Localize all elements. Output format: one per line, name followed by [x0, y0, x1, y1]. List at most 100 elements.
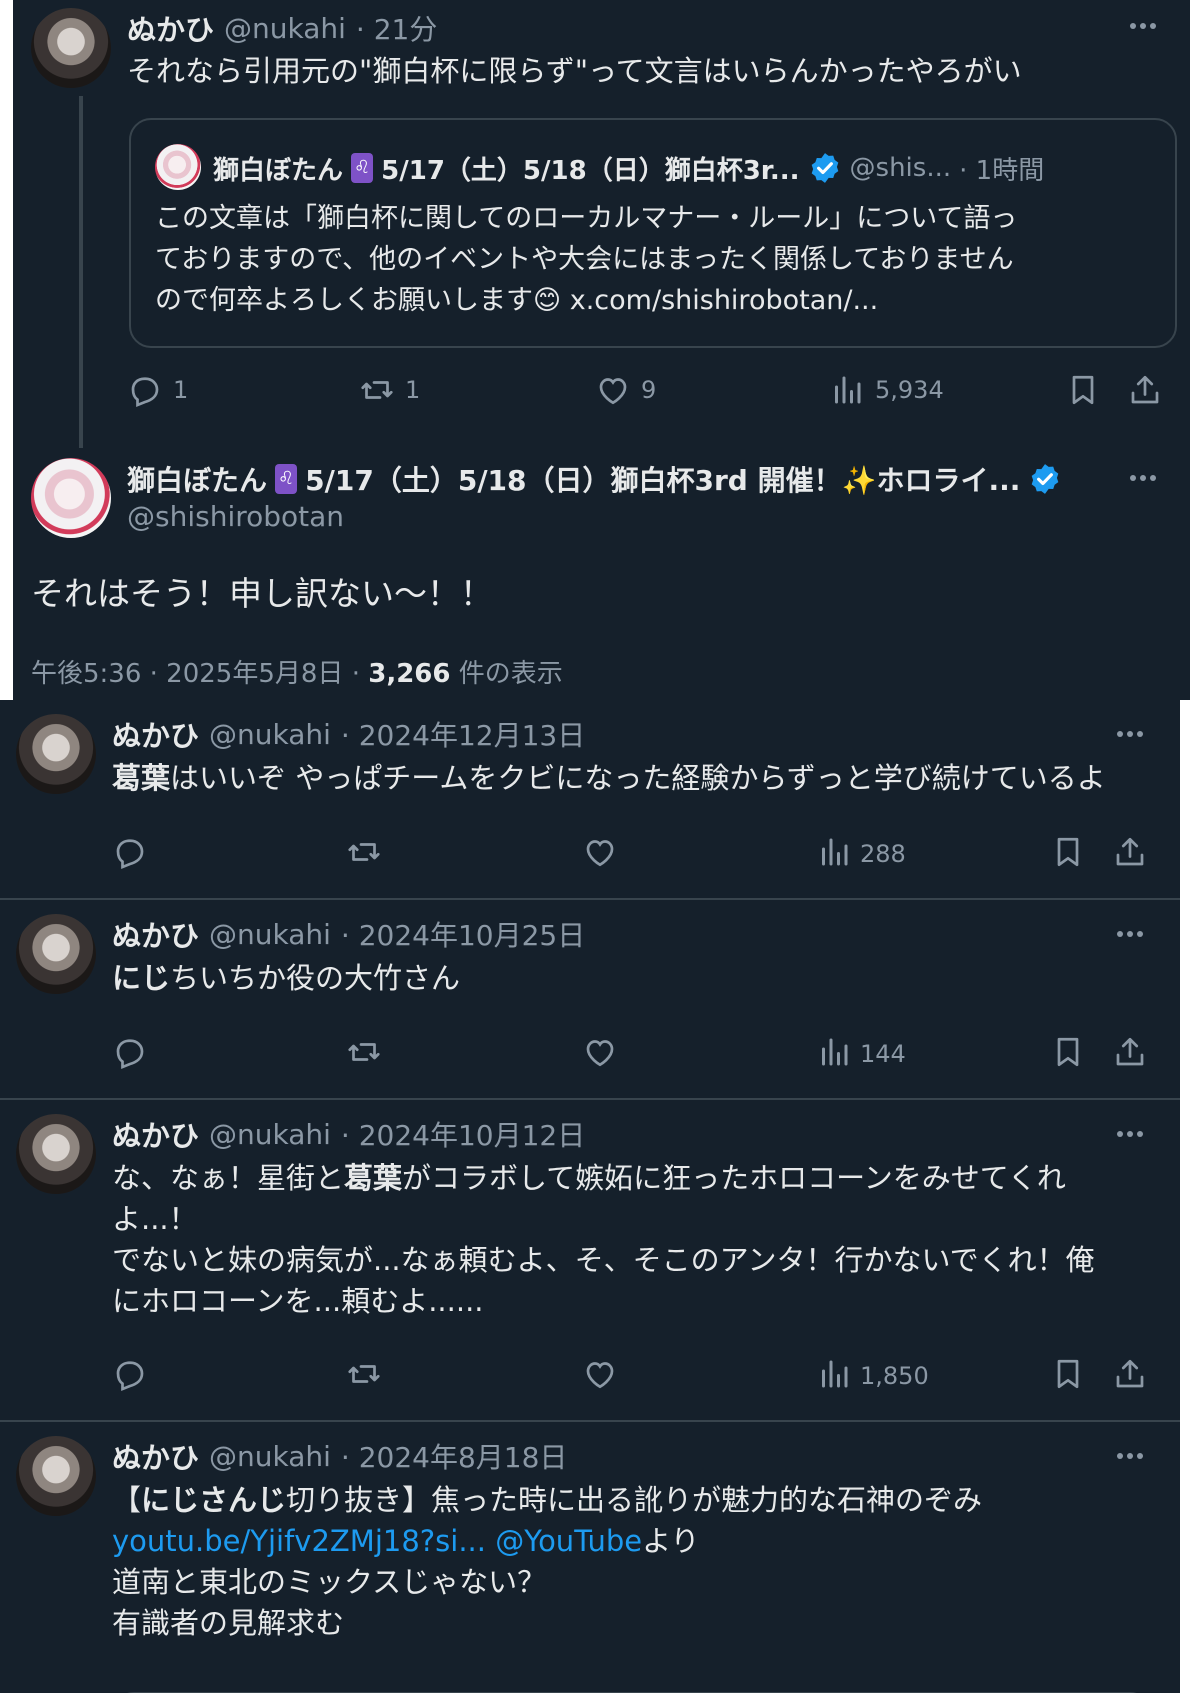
bookmark-icon[interactable]: [1050, 1356, 1086, 1392]
avatar[interactable]: [31, 458, 111, 538]
post[interactable]: ぬかひ @nukahi · 2024年8月18日 【にじさんじ切り抜き】焦った時に出る…: [0, 1422, 1180, 1693]
more-icon[interactable]: [1125, 466, 1161, 490]
post-text-span: よ...！: [112, 1202, 198, 1236]
view-count: 1,850: [860, 1362, 929, 1390]
more-icon[interactable]: [1112, 1444, 1148, 1468]
author-handle[interactable]: @shishirobotan: [127, 500, 344, 533]
author-name[interactable]: ぬかひ: [112, 713, 199, 755]
more-icon[interactable]: [1112, 922, 1148, 946]
repost-icon[interactable]: [359, 372, 395, 408]
reply-icon[interactable]: [112, 1356, 148, 1392]
author-name[interactable]: ぬかひ: [112, 913, 199, 955]
quote-author-name: 獅白ぼたん: [213, 155, 344, 186]
post[interactable]: ぬかひ @nukahi · 2024年12月13日 葛葉はいいぞ やっぱチームをクビに…: [0, 700, 1180, 900]
author-handle[interactable]: @nukahi: [224, 12, 346, 45]
view-count: 144: [860, 1040, 906, 1068]
quote-author-suffix: 5/17（土）5/18（日）獅白杯3r...: [381, 155, 800, 186]
like-count: 9: [641, 376, 657, 404]
more-icon[interactable]: [1125, 14, 1161, 38]
quote-card[interactable]: 獅白ぼたん ♌ 5/17（土）5/18（日）獅白杯3r... @shis... …: [129, 118, 1177, 348]
bookmark-icon[interactable]: [1050, 834, 1086, 870]
more-icon[interactable]: [1112, 722, 1148, 746]
post-text-span: [486, 1524, 495, 1558]
avatar[interactable]: [16, 714, 96, 794]
quote-time: · 1時間: [959, 155, 1045, 186]
author-name[interactable]: 獅白ぼたん: [127, 459, 267, 499]
post-time[interactable]: · 2024年10月25日: [341, 914, 585, 954]
repost-icon[interactable]: [346, 1356, 382, 1392]
post-link[interactable]: youtu.be/Yjifv2ZMj18?si...: [112, 1524, 486, 1558]
zodiac-badge: ♌: [275, 464, 298, 494]
author-name[interactable]: ぬかひ: [112, 1113, 199, 1155]
views-icon[interactable]: [829, 372, 865, 408]
reply-icon[interactable]: [112, 1034, 148, 1070]
post[interactable]: ぬかひ @nukahi · 2024年10月12日 な、なぁ！星街と葛葉がコラボして嫉…: [0, 1100, 1180, 1422]
post-text-span: 道南と東北のミックスじゃない？: [112, 1565, 547, 1599]
post-text-span: がコラボして嫉妬に狂ったホロコーンをみせてくれ: [402, 1161, 1066, 1195]
post-text-line: にじちいちか役の大竹さん: [112, 958, 460, 999]
post-text-span: 葛葉: [344, 1161, 403, 1195]
post-text-span: より: [642, 1524, 700, 1558]
author-handle[interactable]: @nukahi: [209, 918, 331, 951]
author-suffix[interactable]: 5/17（土）5/18（日）獅白杯3rd 開催！✨ホロライ...: [305, 459, 1020, 499]
share-icon[interactable]: [1127, 372, 1163, 408]
avatar[interactable]: [16, 1436, 96, 1516]
post-time[interactable]: · 2024年8月18日: [341, 1436, 568, 1476]
post-text-span: 有識者の見解求む: [112, 1606, 345, 1640]
post-text-span: 葛葉: [112, 761, 171, 795]
avatar[interactable]: [16, 1114, 96, 1194]
post-text-span: はいいぞ やっぱチームをクビになった経験からずっと学び続けているよ: [170, 761, 1106, 795]
author-handle[interactable]: @nukahi: [209, 1440, 331, 1473]
author-name[interactable]: ぬかひ: [112, 1435, 199, 1477]
share-icon[interactable]: [1112, 1034, 1148, 1070]
reply-icon[interactable]: [127, 372, 163, 408]
bookmark-icon[interactable]: [1065, 372, 1101, 408]
repost-icon[interactable]: [346, 1034, 382, 1070]
post-text-line: 葛葉はいいぞ やっぱチームをクビになった経験からずっと学び続けているよ: [112, 758, 1106, 799]
avatar[interactable]: [31, 8, 111, 88]
like-icon[interactable]: [582, 834, 618, 870]
views-icon[interactable]: [816, 834, 852, 870]
post-text-line: よ...！: [112, 1199, 1095, 1240]
post-text: 葛葉はいいぞ やっぱチームをクビになった経験からずっと学び続けているよ: [112, 758, 1106, 799]
post-text-span: 【: [112, 1483, 142, 1517]
author-handle[interactable]: @nukahi: [209, 1118, 331, 1151]
repost-count: 1: [405, 376, 421, 404]
view-total: 3,266: [368, 659, 451, 689]
views-icon[interactable]: [816, 1034, 852, 1070]
bookmark-icon[interactable]: [1050, 1034, 1086, 1070]
post-text-span: にホロコーンを...頼むよ......: [112, 1284, 484, 1318]
like-icon[interactable]: [582, 1356, 618, 1392]
post[interactable]: ぬかひ @nukahi · 2024年10月25日 にじちいちか役の大竹さん 144: [0, 900, 1180, 1100]
views-icon[interactable]: [816, 1356, 852, 1392]
post-time[interactable]: · 2024年12月13日: [341, 714, 585, 754]
post-text: 【にじさんじ切り抜き】焦った時に出る訛りが魅力的な石神のぞみ youtu.be/Y…: [112, 1480, 982, 1644]
share-icon[interactable]: [1112, 834, 1148, 870]
author-handle[interactable]: @nukahi: [209, 718, 331, 751]
repost-icon[interactable]: [346, 834, 382, 870]
post-text-line: 【にじさんじ切り抜き】焦った時に出る訛りが魅力的な石神のぞみ: [112, 1480, 982, 1521]
post-text-span: でないと妹の病気が...なぁ頼むよ、そ、そこのアンタ！行かないでくれ！俺: [112, 1243, 1095, 1277]
author-name[interactable]: ぬかひ: [127, 7, 214, 49]
verified-icon: [811, 153, 838, 183]
post-text-line: でないと妹の病気が...なぁ頼むよ、そ、そこのアンタ！行かないでくれ！俺: [112, 1240, 1095, 1281]
view-count: 5,934: [875, 376, 944, 404]
avatar[interactable]: [16, 914, 96, 994]
post-link[interactable]: @YouTube: [495, 1524, 642, 1558]
like-icon[interactable]: [582, 1034, 618, 1070]
post-text-span: にじさんじ: [141, 1483, 287, 1517]
post-time[interactable]: · 2024年10月12日: [341, 1114, 585, 1154]
reply-icon[interactable]: [112, 834, 148, 870]
post-text-span: な、なぁ！星街と: [112, 1161, 345, 1195]
action-bar: 1 1 9 5,934: [13, 366, 1190, 414]
share-icon[interactable]: [1112, 1356, 1148, 1392]
post-text-span: ちいちか役の大竹さん: [170, 961, 461, 995]
like-icon[interactable]: [595, 372, 631, 408]
reply-count: 1: [173, 376, 189, 404]
post-timestamp[interactable]: 午後5:36 · 2025年5月8日 ·: [31, 659, 368, 689]
more-icon[interactable]: [1112, 1122, 1148, 1146]
post-text: それはそう！申し訳ない～！！: [31, 574, 493, 613]
post-text-line: な、なぁ！星街と葛葉がコラボして嫉妬に狂ったホロコーンをみせてくれ: [112, 1158, 1095, 1199]
post-time[interactable]: · 21分: [356, 8, 437, 48]
post-text: にじちいちか役の大竹さん: [112, 958, 460, 999]
